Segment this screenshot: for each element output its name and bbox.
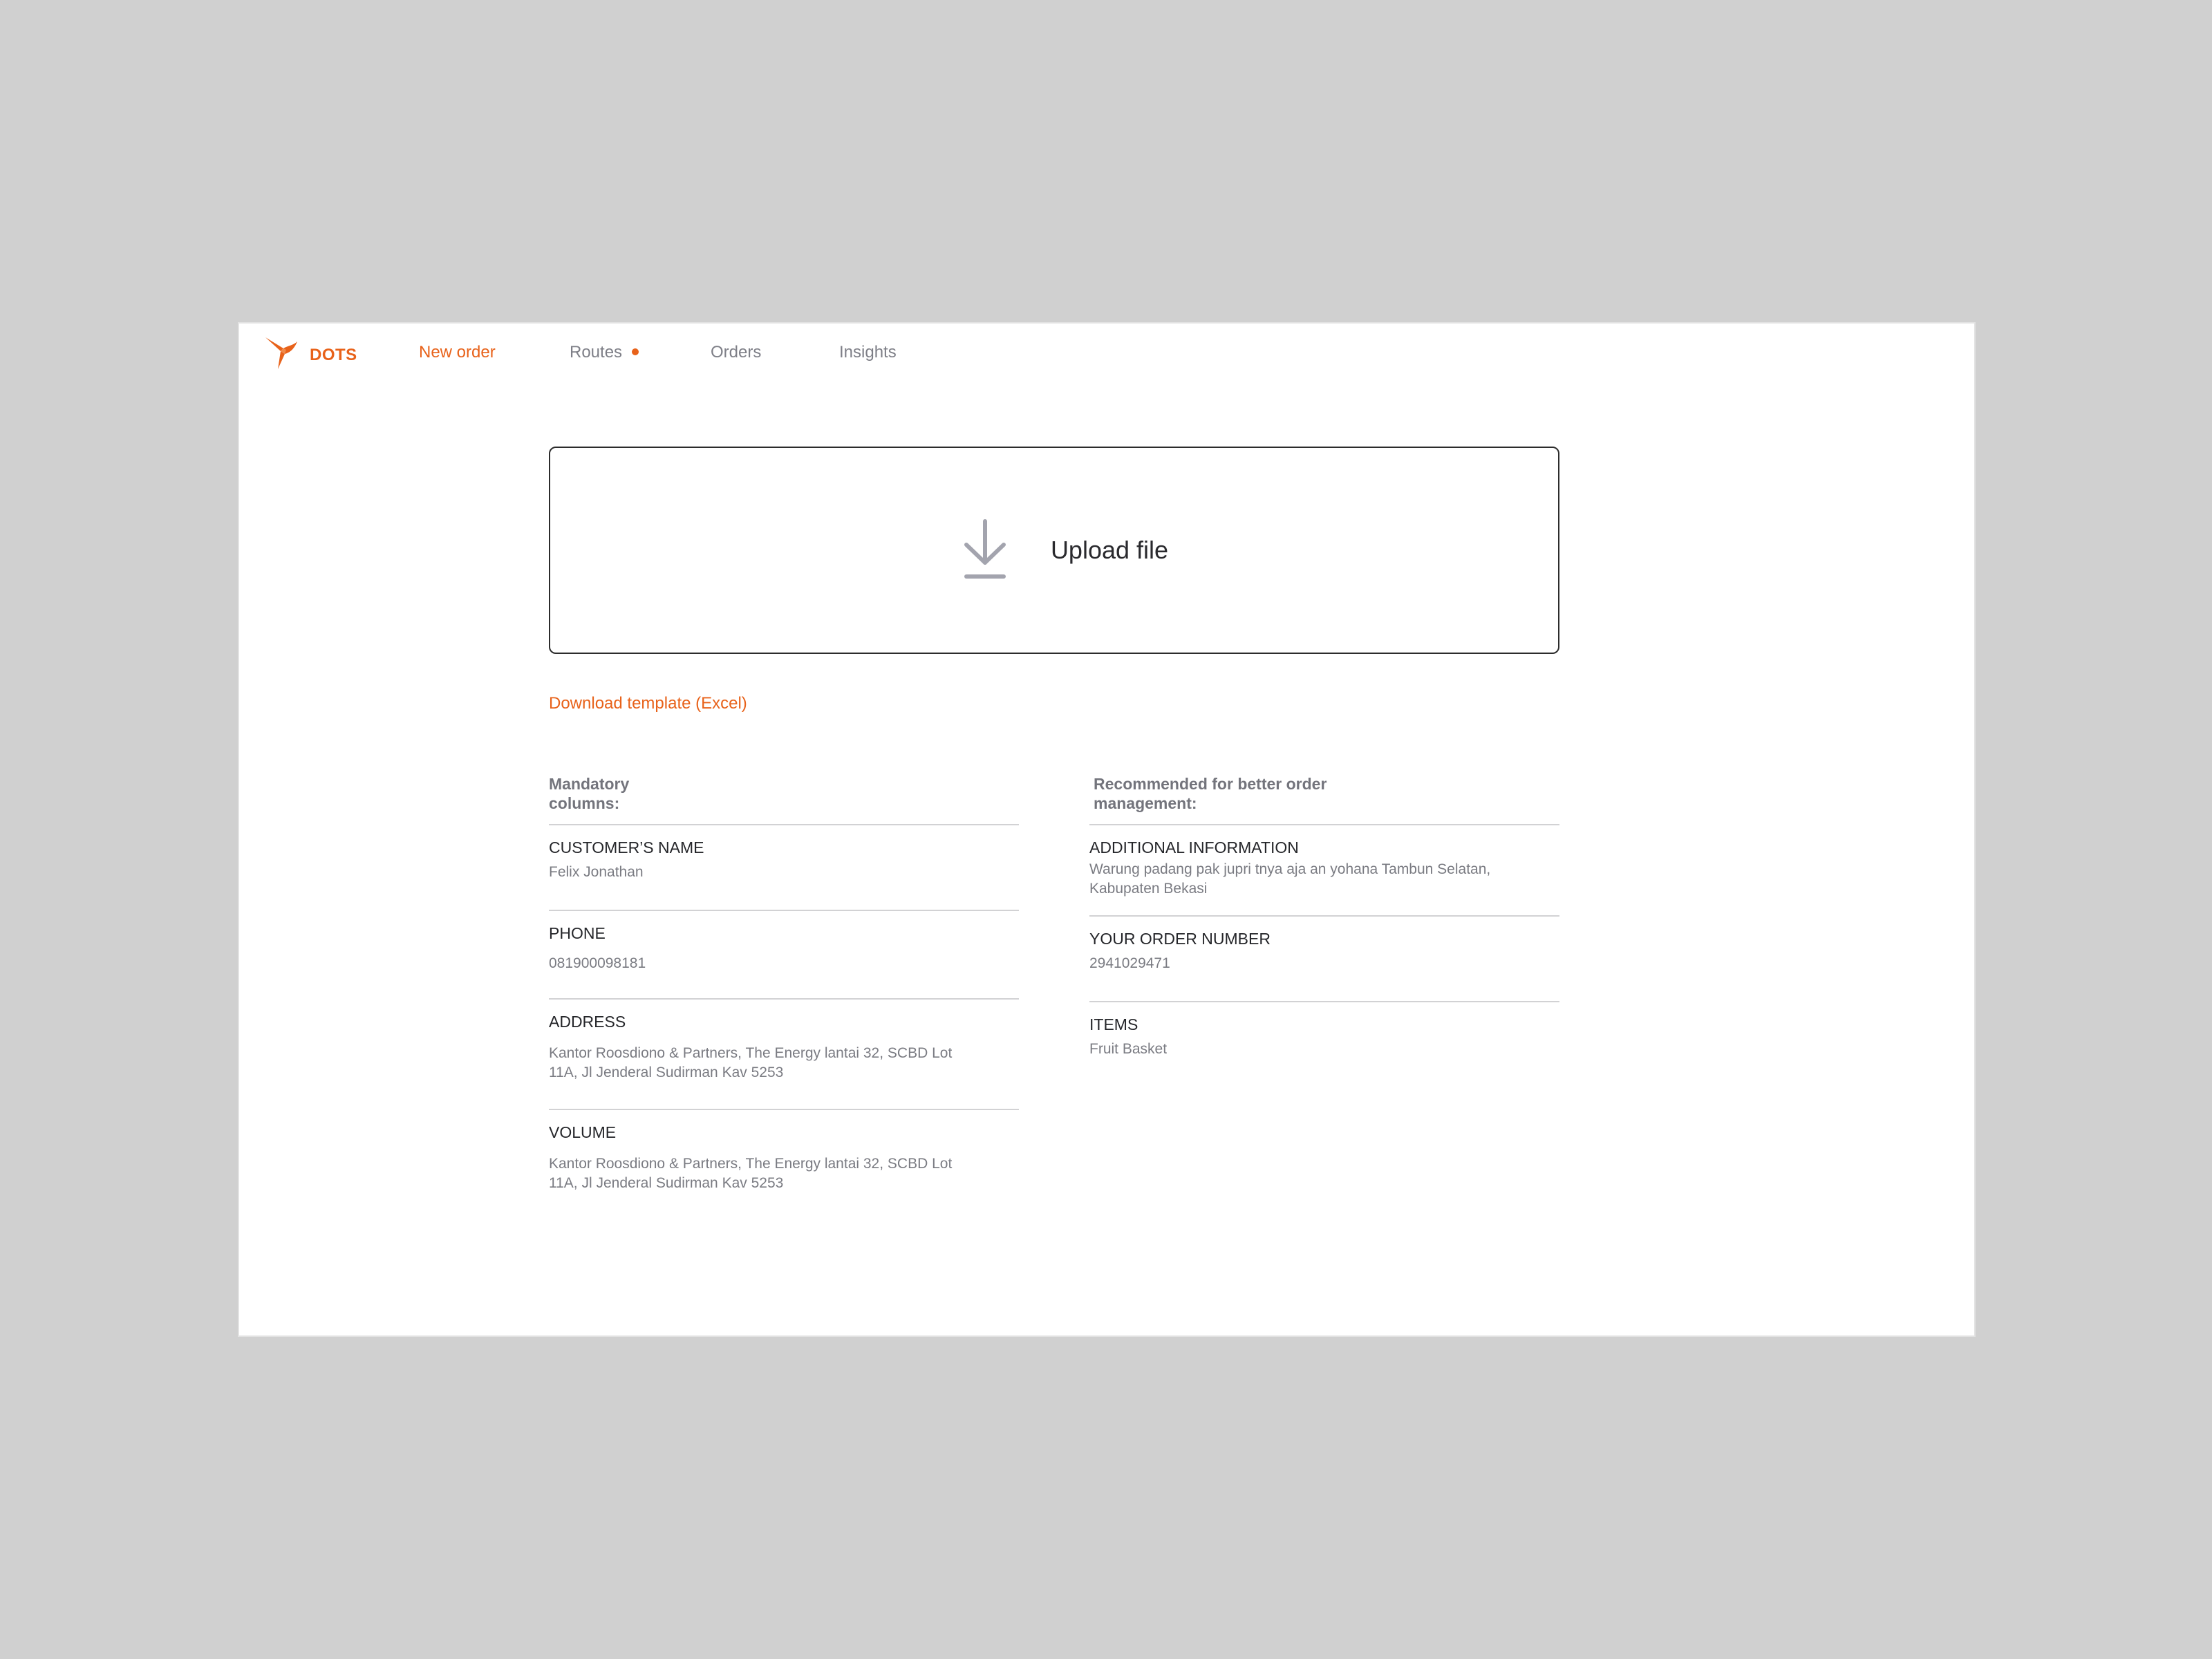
field-phone: PHONE 081900098181 xyxy=(549,910,1019,998)
field-order-number: YOUR ORDER NUMBER 2941029471 xyxy=(1089,915,1559,1001)
mandatory-columns: Mandatory columns: CUSTOMER’S NAME Felix… xyxy=(549,774,1019,1193)
hummingbird-icon xyxy=(263,333,303,377)
recommended-heading: Recommended for better order management: xyxy=(1089,774,1559,824)
field-value: 2941029471 xyxy=(1089,955,1170,971)
field-title: YOUR ORDER NUMBER xyxy=(1089,930,1271,948)
field-title: ITEMS xyxy=(1089,1015,1138,1033)
download-icon xyxy=(961,518,1009,582)
field-title: CUSTOMER’S NAME xyxy=(549,838,704,856)
nav-orders[interactable]: Orders xyxy=(711,343,761,362)
nav-routes[interactable]: Routes xyxy=(570,343,639,362)
field-title: PHONE xyxy=(549,924,606,942)
field-title: ADDITIONAL INFORMATION xyxy=(1089,838,1299,856)
field-items: ITEMS Fruit Basket xyxy=(1089,1001,1559,1059)
brand-name: DOTS xyxy=(310,345,357,364)
notification-dot xyxy=(632,348,639,355)
field-value: Kantor Roosdiono & Partners, The Energy … xyxy=(549,1156,953,1172)
field-title: VOLUME xyxy=(549,1123,617,1141)
upload-dropzone[interactable]: Upload file xyxy=(549,447,1559,654)
field-value: 11A, Jl Jenderal Sudirman Kav 5253 xyxy=(549,1175,784,1191)
upload-label: Upload file xyxy=(1050,536,1169,564)
recommended-heading-line2: management: xyxy=(1094,794,1197,812)
nav-insights[interactable]: Insights xyxy=(839,343,897,362)
field-address: ADDRESS Kantor Roosdiono & Partners, The… xyxy=(549,998,1019,1109)
download-template-link[interactable]: Download template (Excel) xyxy=(549,694,747,713)
nav-routes-label: Routes xyxy=(570,343,623,362)
field-value: Felix Jonathan xyxy=(549,864,644,880)
recommended-columns: Recommended for better order management:… xyxy=(1089,774,1559,1059)
recommended-heading-line1: Recommended for better order xyxy=(1094,775,1327,793)
mandatory-heading-line1: Mandatory xyxy=(549,775,630,793)
field-value: Fruit Basket xyxy=(1089,1041,1168,1057)
field-customer-name: CUSTOMER’S NAME Felix Jonathan xyxy=(549,824,1019,910)
top-nav: DOTS New order Routes Orders Insights xyxy=(239,324,1974,386)
mandatory-heading: Mandatory columns: xyxy=(549,774,1019,824)
field-value: Kantor Roosdiono & Partners, The Energy … xyxy=(549,1045,953,1061)
field-title: ADDRESS xyxy=(549,1013,626,1031)
brand-logo[interactable]: DOTS xyxy=(263,333,357,377)
field-value: 11A, Jl Jenderal Sudirman Kav 5253 xyxy=(549,1065,784,1080)
app-window: DOTS New order Routes Orders Insights Up… xyxy=(238,322,1976,1337)
field-value: 081900098181 xyxy=(549,955,646,971)
mandatory-heading-line2: columns: xyxy=(549,794,620,812)
field-volume: VOLUME Kantor Roosdiono & Partners, The … xyxy=(549,1109,1019,1193)
field-value: Warung padang pak jupri tnya aja an yoha… xyxy=(1089,861,1491,877)
field-value: Kabupaten Bekasi xyxy=(1089,881,1208,897)
field-additional-information: ADDITIONAL INFORMATION Warung padang pak… xyxy=(1089,824,1559,915)
nav-new-order[interactable]: New order xyxy=(419,343,496,362)
